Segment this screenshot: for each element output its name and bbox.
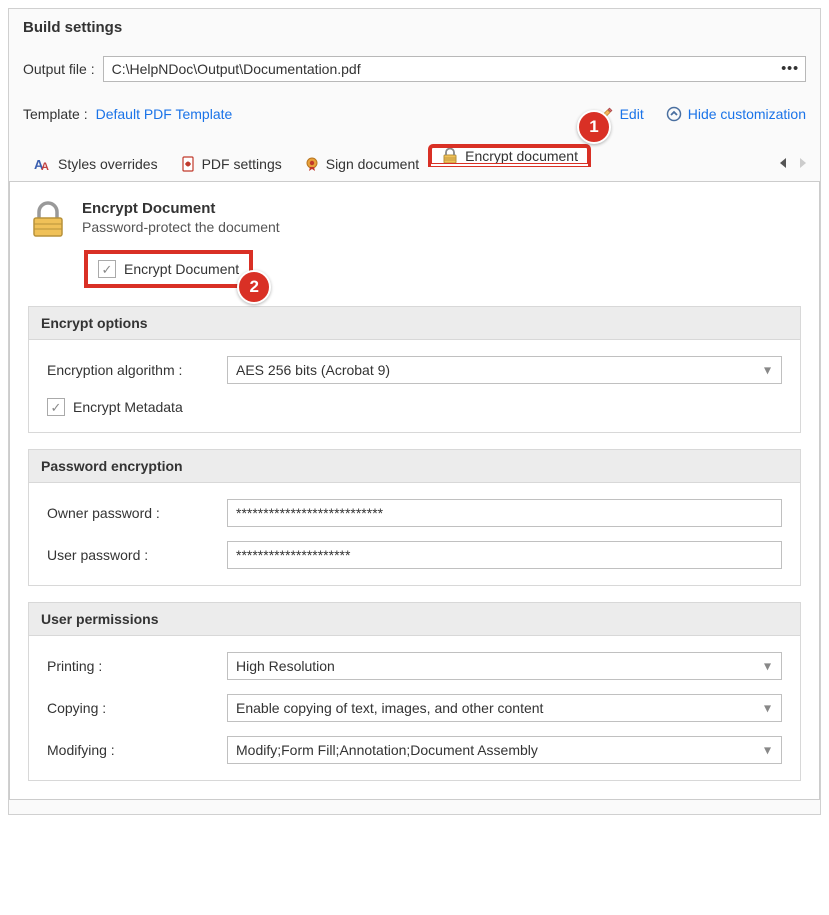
encrypt-metadata-checkbox[interactable] — [47, 398, 65, 416]
modifying-label: Modifying : — [47, 742, 227, 758]
encrypt-document-checkbox[interactable] — [98, 260, 116, 278]
output-file-label: Output file : — [23, 61, 95, 77]
tabs-scroll-right[interactable] — [800, 157, 806, 171]
svg-text:A: A — [41, 161, 49, 173]
encrypt-metadata-label: Encrypt Metadata — [73, 399, 183, 415]
collapse-icon — [666, 106, 682, 122]
tabs-scroll-left[interactable] — [780, 157, 786, 171]
page-title: Build settings — [23, 9, 806, 56]
user-permissions-heading: User permissions — [29, 603, 800, 636]
password-encryption-heading: Password encryption — [29, 450, 800, 483]
owner-password-value: *************************** — [236, 505, 383, 521]
tab-encrypt-label: Encrypt document — [465, 148, 578, 164]
tab-encrypt-document[interactable]: Encrypt document — [430, 146, 589, 165]
tab-pdf-settings[interactable]: PDF settings — [169, 146, 293, 181]
chevron-down-icon: ▾ — [764, 362, 771, 379]
printing-label: Printing : — [47, 658, 227, 674]
encryption-algorithm-select[interactable]: AES 256 bits (Acrobat 9) ▾ — [227, 356, 782, 384]
annotation-badge-2: 2 — [237, 270, 271, 304]
output-file-input[interactable]: C:\HelpNDoc\Output\Documentation.pdf ••• — [103, 56, 806, 82]
copying-select[interactable]: Enable copying of text, images, and othe… — [227, 694, 782, 722]
owner-password-label: Owner password : — [47, 505, 227, 521]
template-label: Template : — [23, 106, 88, 122]
printing-select[interactable]: High Resolution ▾ — [227, 652, 782, 680]
user-password-input[interactable]: ********************* — [227, 541, 782, 569]
owner-password-input[interactable]: *************************** — [227, 499, 782, 527]
user-password-label: User password : — [47, 547, 227, 563]
lock-icon — [441, 147, 459, 165]
printing-value: High Resolution — [236, 658, 335, 674]
encryption-algorithm-value: AES 256 bits (Acrobat 9) — [236, 362, 390, 378]
encrypt-document-checkbox-row[interactable]: Encrypt Document 2 — [84, 250, 253, 288]
pdf-icon — [180, 156, 196, 172]
encrypt-options-heading: Encrypt options — [29, 307, 800, 340]
section-title: Encrypt Document — [82, 200, 280, 217]
chevron-down-icon: ▾ — [764, 658, 771, 675]
tab-styles-label: Styles overrides — [58, 156, 158, 172]
chevron-down-icon: ▾ — [764, 700, 771, 717]
copying-value: Enable copying of text, images, and othe… — [236, 700, 543, 716]
annotation-badge-1: 1 — [577, 110, 611, 144]
section-subtitle: Password-protect the document — [82, 219, 280, 235]
lock-large-icon — [28, 200, 68, 240]
modifying-value: Modify;Form Fill;Annotation;Document Ass… — [236, 742, 538, 758]
tab-styles-overrides[interactable]: AA Styles overrides — [23, 146, 169, 181]
template-link[interactable]: Default PDF Template — [96, 106, 233, 122]
user-password-value: ********************* — [236, 547, 350, 563]
seal-icon — [304, 156, 320, 172]
tab-pdf-label: PDF settings — [202, 156, 282, 172]
hide-customization-label: Hide customization — [688, 106, 806, 122]
edit-label: Edit — [620, 106, 644, 122]
browse-button[interactable]: ••• — [781, 59, 799, 75]
styles-icon: AA — [34, 155, 52, 173]
tab-sign-document[interactable]: Sign document — [293, 146, 430, 181]
hide-customization-button[interactable]: Hide customization — [666, 106, 806, 122]
modifying-select[interactable]: Modify;Form Fill;Annotation;Document Ass… — [227, 736, 782, 764]
tab-sign-label: Sign document — [326, 156, 419, 172]
encrypt-document-checkbox-label: Encrypt Document — [124, 261, 239, 277]
output-file-value: C:\HelpNDoc\Output\Documentation.pdf — [112, 61, 361, 77]
copying-label: Copying : — [47, 700, 227, 716]
encryption-algorithm-label: Encryption algorithm : — [47, 362, 227, 378]
chevron-down-icon: ▾ — [764, 742, 771, 759]
